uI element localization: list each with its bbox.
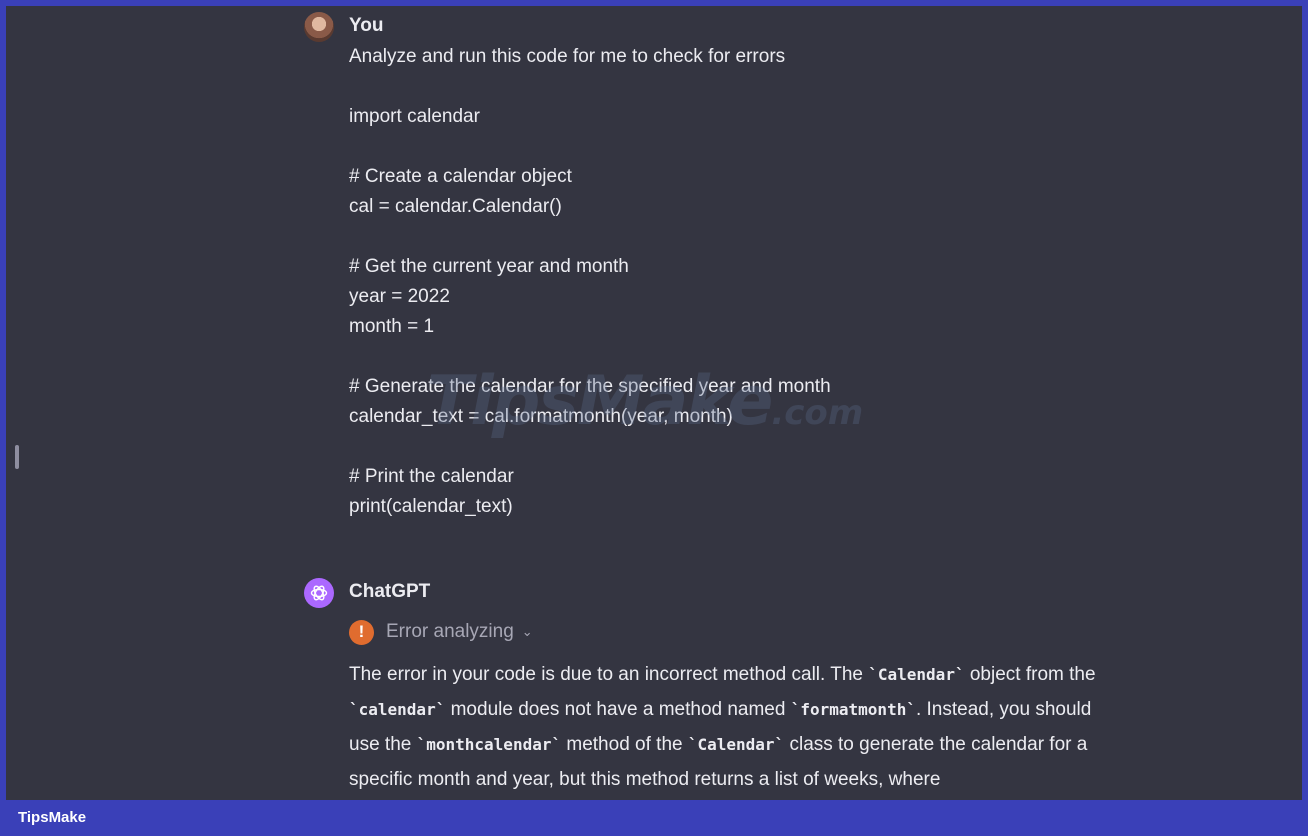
footer-brand: TipsMake (18, 809, 87, 826)
chat-window: You Analyze and run this code for me to … (6, 6, 1302, 800)
inline-code: `monthcalendar` (416, 735, 562, 754)
scrollbar-handle[interactable] (15, 445, 19, 469)
openai-logo-icon (310, 585, 328, 601)
user-name: You (349, 15, 384, 36)
assistant-name: ChatGPT (349, 581, 431, 602)
inline-code: `Calendar` (868, 665, 965, 684)
user-message: Analyze and run this code for me to chec… (349, 46, 831, 517)
footer-bar: TipsMake (0, 800, 1308, 836)
inline-code: `formatmonth` (790, 700, 916, 719)
error-analyzing-toggle[interactable]: ! Error analyzing ⌄ (349, 617, 533, 647)
inline-code: `calendar` (349, 700, 446, 719)
error-status-label: Error analyzing (386, 621, 514, 642)
inline-code: `Calendar` (687, 735, 785, 754)
user-avatar (304, 12, 334, 42)
chatgpt-avatar (304, 578, 334, 608)
assistant-response: The error in your code is due to an inco… (349, 664, 1096, 790)
error-icon: ! (349, 619, 374, 645)
chevron-down-icon: ⌄ (521, 624, 533, 639)
